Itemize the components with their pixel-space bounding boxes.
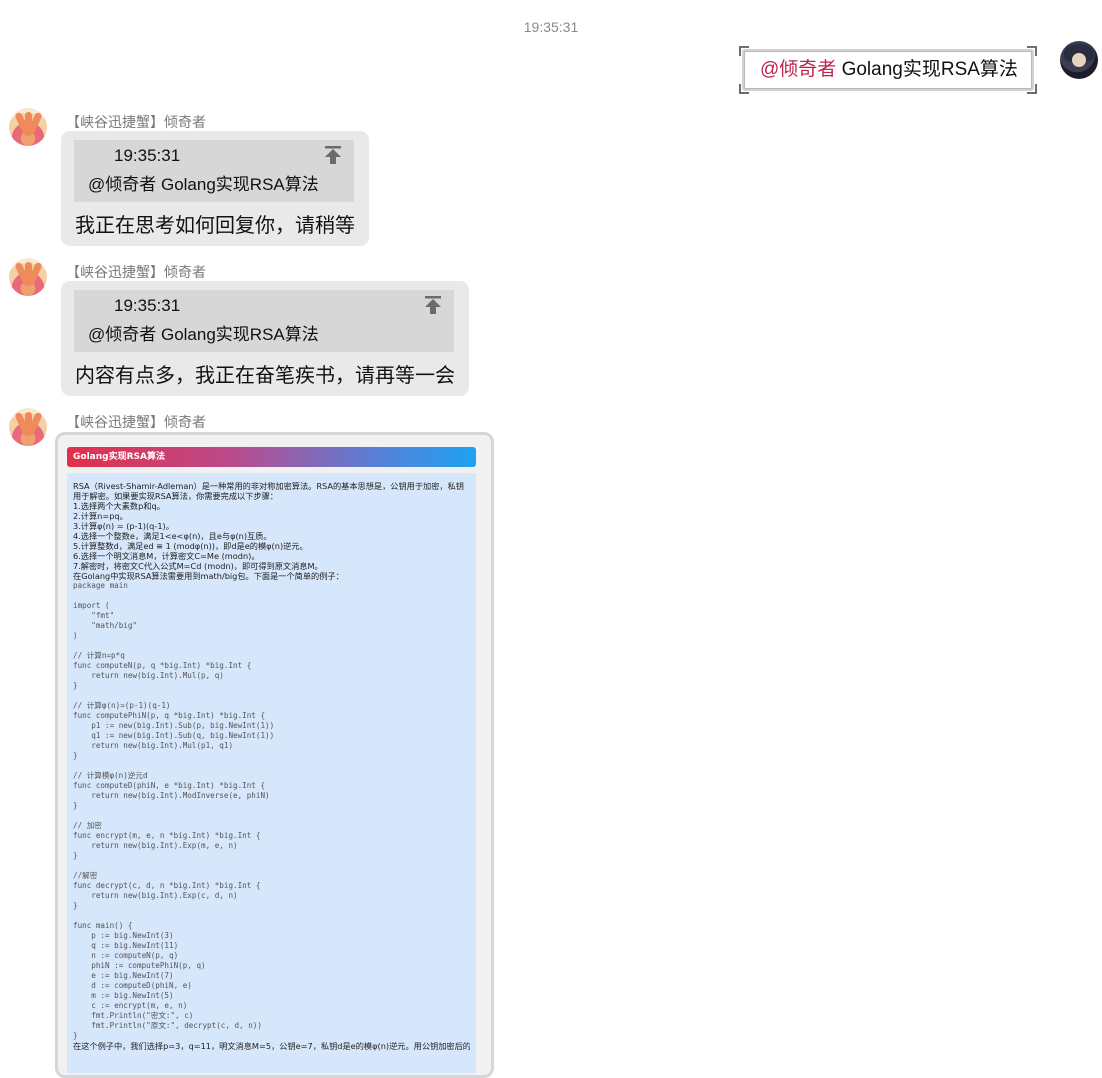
code-line: m := big.NewInt(5) bbox=[73, 991, 174, 1000]
code-line: func decrypt(c, d, n *big.Int) *big.Int … bbox=[73, 881, 261, 890]
mention-text[interactable]: @倾奇者 bbox=[760, 59, 836, 80]
code-line: // 计算φ(n)=(p-1)(q-1) bbox=[73, 701, 171, 710]
code-line: n := computeN(p, q) bbox=[73, 951, 179, 960]
card-body: RSA（Rivest-Shamir-Adleman）是一种常用的非对称加密算法。… bbox=[67, 473, 476, 1073]
received-message-bubble[interactable]: 19:35:31 @倾奇者 Golang实现RSA算法 我正在思考如何回复你，请… bbox=[61, 131, 369, 246]
code-line: // 计算n=p*q bbox=[73, 651, 125, 660]
code-line: fmt.Println("密文:", c) bbox=[73, 1011, 194, 1020]
jump-to-top-icon[interactable] bbox=[422, 294, 444, 316]
code-line: fmt.Println("原文:", decrypt(c, d, n)) bbox=[73, 1021, 262, 1030]
code-line: // 计算模φ(n)逆元d bbox=[73, 771, 148, 780]
code-line: } bbox=[73, 681, 78, 690]
sender-name: 【峡谷迅捷蟹】倾奇者 bbox=[66, 115, 206, 131]
card-intro: RSA（Rivest-Shamir-Adleman）是一种常用的非对称加密算法。… bbox=[73, 481, 470, 581]
intro-line: 1.选择两个大素数p和q。 bbox=[73, 501, 165, 511]
received-message-bubble[interactable]: 19:35:31 @倾奇者 Golang实现RSA算法 内容有点多，我正在奋笔疾… bbox=[61, 281, 469, 396]
code-line: c := encrypt(m, e, n) bbox=[73, 1001, 188, 1010]
code-line: e := big.NewInt(7) bbox=[73, 971, 174, 980]
intro-line: 用于解密。如果要实现RSA算法，你需要完成以下步骤： bbox=[73, 491, 278, 501]
sent-message-bubble[interactable]: @倾奇者 Golang实现RSA算法 bbox=[739, 46, 1037, 94]
intro-line: 7.解密时，将密文C代入公式M=Cd (modn)，即可得到原文消息M。 bbox=[73, 561, 323, 571]
code-line: import ( bbox=[73, 601, 110, 610]
intro-line: 5.计算整数d，满足ed ≡ 1 (modφ(n))，即d是e的模φ(n)逆元。 bbox=[73, 541, 308, 551]
sender-name: 【峡谷迅捷蟹】倾奇者 bbox=[66, 265, 206, 281]
code-line: return new(big.Int).Exp(m, e, n) bbox=[73, 841, 238, 850]
intro-line: 3.计算φ(n) = (p-1)(q-1)。 bbox=[73, 521, 174, 531]
code-line: p1 := new(big.Int).Sub(p, big.NewInt(1)) bbox=[73, 721, 275, 730]
quoted-message[interactable]: 19:35:31 @倾奇者 Golang实现RSA算法 bbox=[74, 140, 354, 202]
code-line: func computeD(phiN, e *big.Int) *big.Int… bbox=[73, 781, 266, 790]
bot-avatar[interactable] bbox=[9, 108, 47, 146]
bot-avatar[interactable] bbox=[9, 408, 47, 446]
intro-line: 4.选择一个整数e，满足1<e<φ(n)，且e与φ(n)互质。 bbox=[73, 531, 272, 541]
code-line: func computeN(p, q *big.Int) *big.Int { bbox=[73, 661, 252, 670]
reply-text: 我正在思考如何回复你，请稍等 bbox=[75, 213, 355, 237]
code-line: "math/big" bbox=[73, 621, 138, 630]
code-line: return new(big.Int).Mul(p1, q1) bbox=[73, 741, 234, 750]
code-line: func main() { bbox=[73, 921, 133, 930]
code-line: return new(big.Int).ModInverse(e, phiN) bbox=[73, 791, 270, 800]
quote-timestamp: 19:35:31 bbox=[114, 296, 181, 315]
code-line: d := computeD(phiN, e) bbox=[73, 981, 192, 990]
code-line: phiN := computePhiN(p, q) bbox=[73, 961, 206, 970]
code-line: // 加密 bbox=[73, 821, 102, 830]
code-line: } bbox=[73, 801, 78, 810]
sender-name: 【峡谷迅捷蟹】倾奇者 bbox=[66, 415, 206, 431]
code-line: "fmt" bbox=[73, 611, 115, 620]
code-block: package main import ( "fmt" "math/big") //… bbox=[73, 581, 470, 1041]
sent-message-text: Golang实现RSA算法 bbox=[836, 59, 1018, 80]
code-line: } bbox=[73, 1031, 78, 1040]
code-line: q1 := new(big.Int).Sub(q, big.NewInt(1)) bbox=[73, 731, 275, 740]
code-line: } bbox=[73, 901, 78, 910]
code-line: p := big.NewInt(3) bbox=[73, 931, 174, 940]
card-title: Golang实现RSA算法 bbox=[73, 452, 165, 462]
code-line: func encrypt(m, e, n *big.Int) *big.Int … bbox=[73, 831, 261, 840]
jump-to-top-icon[interactable] bbox=[322, 144, 344, 166]
code-line: func computePhiN(p, q *big.Int) *big.Int… bbox=[73, 711, 266, 720]
code-line: return new(big.Int).Mul(p, q) bbox=[73, 671, 224, 680]
code-line: package main bbox=[73, 581, 128, 590]
quote-text: @倾奇者 Golang实现RSA算法 bbox=[88, 325, 319, 344]
quote-timestamp: 19:35:31 bbox=[114, 146, 181, 165]
quoted-message[interactable]: 19:35:31 @倾奇者 Golang实现RSA算法 bbox=[74, 290, 454, 352]
card-header: Golang实现RSA算法 bbox=[67, 447, 476, 467]
code-line: q := big.NewInt(11) bbox=[73, 941, 179, 950]
code-line: //解密 bbox=[73, 871, 98, 880]
bot-avatar[interactable] bbox=[9, 258, 47, 296]
image-card-message[interactable]: Golang实现RSA算法 RSA（Rivest-Shamir-Adleman）… bbox=[55, 432, 494, 1078]
quote-text: @倾奇者 Golang实现RSA算法 bbox=[88, 175, 319, 194]
reply-text: 内容有点多，我正在奋笔疾书，请再等一会 bbox=[75, 363, 455, 387]
code-line: ) bbox=[73, 631, 78, 640]
intro-line: 6.选择一个明文消息M，计算密文C=Me (modn)。 bbox=[73, 551, 260, 561]
intro-line: 2.计算n=pq。 bbox=[73, 511, 128, 521]
user-avatar[interactable] bbox=[1060, 41, 1098, 79]
intro-line: 在Golang中实现RSA算法需要用到math/big包。下面是一个简单的例子： bbox=[73, 571, 344, 581]
intro-line: RSA（Rivest-Shamir-Adleman）是一种常用的非对称加密算法。… bbox=[73, 481, 464, 491]
message-timestamp: 19:35:31 bbox=[523, 19, 579, 35]
code-line: } bbox=[73, 851, 78, 860]
code-line: } bbox=[73, 751, 78, 760]
code-line: return new(big.Int).Exp(c, d, n) bbox=[73, 891, 238, 900]
